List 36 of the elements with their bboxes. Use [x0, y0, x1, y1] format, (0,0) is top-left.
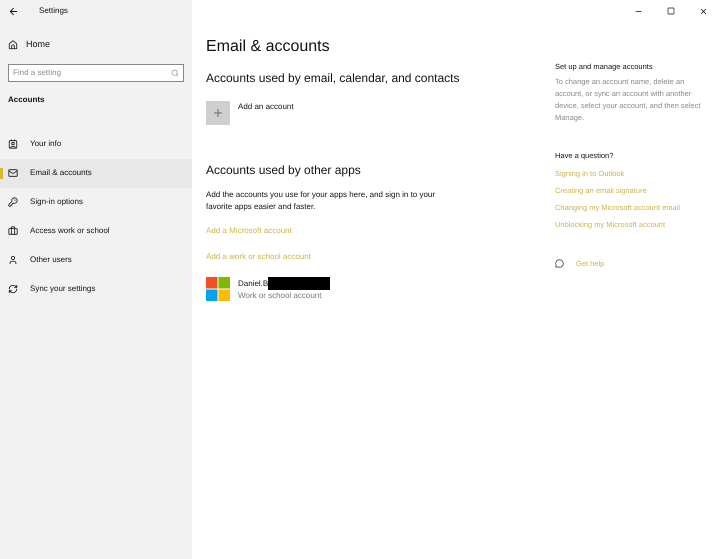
- selection-indicator: [0, 168, 3, 178]
- search-field[interactable]: Find a setting: [8, 64, 184, 82]
- nav-item[interactable]: Your info: [0, 130, 192, 158]
- section-heading: Accounts used by other apps: [206, 162, 362, 179]
- account-name: Daniel.B: [238, 278, 268, 290]
- four-squares-logo-icon: [206, 277, 230, 301]
- page-title: Email & accounts: [206, 37, 331, 57]
- key-icon: [8, 197, 18, 207]
- maximize-icon: [667, 7, 675, 15]
- window-title: Settings: [39, 5, 68, 17]
- search-icon: [171, 68, 179, 76]
- close-button[interactable]: [699, 6, 708, 16]
- briefcase-icon: [8, 226, 18, 236]
- nav-item[interactable]: Access work or school: [0, 216, 192, 246]
- home-nav-item[interactable]: Home: [0, 38, 192, 52]
- contact-card-icon: [8, 139, 18, 149]
- nav-item[interactable]: Other users: [0, 246, 192, 274]
- description-text: Add the accounts you use for your apps here, and sign in to your favorite apps easier and faster.: [206, 189, 436, 213]
- nav-item[interactable]: Sign-in options: [0, 188, 192, 216]
- add-account-button[interactable]: Add an account: [206, 101, 547, 125]
- back-arrow-icon: [8, 6, 19, 16]
- nav-item[interactable]: Email & accounts: [0, 158, 192, 188]
- account-item[interactable]: Daniel.B Work or school account: [206, 277, 547, 302]
- home-icon: [8, 40, 18, 50]
- mail-icon: [8, 168, 18, 178]
- chat-bubble-icon: [555, 258, 564, 268]
- plus-icon: [212, 107, 224, 119]
- nav-item[interactable]: Sync your settings: [0, 274, 192, 304]
- section-heading: Accounts: [7, 94, 46, 106]
- back-button[interactable]: [8, 6, 19, 16]
- close-icon: [699, 6, 708, 16]
- account-type: Work or school account: [238, 290, 322, 302]
- person-icon: [8, 255, 18, 265]
- section-heading: Accounts used by email, calendar, and contacts: [206, 70, 460, 87]
- sync-icon: [8, 284, 18, 294]
- maximize-button[interactable]: [667, 7, 675, 15]
